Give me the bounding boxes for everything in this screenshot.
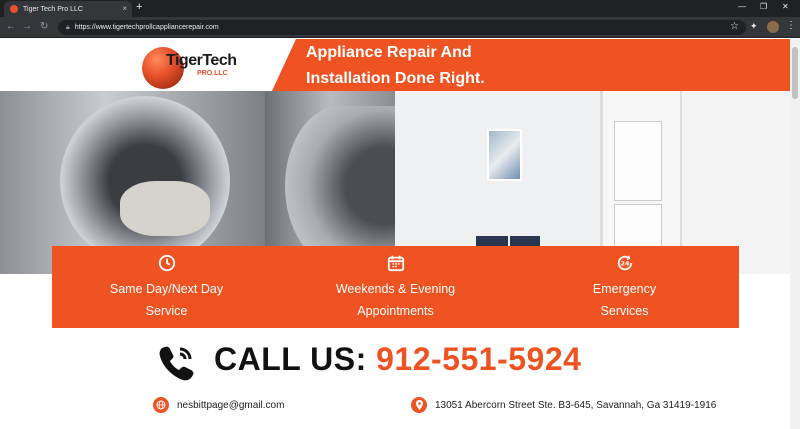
feature-line-2: Services: [600, 304, 649, 318]
logo-sub: PRO LLC: [197, 70, 228, 77]
feature-label: Same Day/Next Day Service: [52, 278, 281, 322]
call-us-section: CALL US: 912-551-5924: [0, 339, 790, 383]
browser-menu-icon[interactable]: ⋮: [786, 20, 796, 31]
close-window-icon[interactable]: ✕: [782, 2, 789, 11]
browser-tab-bar: Tiger Tech Pro LLC × + — ❐ ✕: [0, 0, 800, 17]
lock-icon: 🔒︎: [66, 23, 70, 31]
feature-same-day: Same Day/Next Day Service: [52, 246, 281, 328]
contact-address[interactable]: 13051 Abercorn Street Ste. B3-645, Savan…: [411, 397, 716, 413]
feature-line-2: Service: [145, 304, 188, 318]
forward-icon[interactable]: →: [22, 21, 32, 32]
scroll-thumb[interactable]: [792, 47, 798, 99]
maximize-icon[interactable]: ❐: [760, 2, 767, 11]
calendar-icon: [387, 255, 405, 272]
tagline: Appliance Repair And Installation Done R…: [306, 40, 485, 92]
page-scrollbar[interactable]: [790, 39, 800, 429]
feature-label: Weekends & Evening Appointments: [281, 278, 510, 322]
logo-name: TigerTech: [166, 52, 237, 69]
hero-painting: [487, 129, 522, 181]
hero-washer-door: [285, 106, 395, 266]
address-text: 13051 Abercorn Street Ste. B3-645, Savan…: [435, 399, 717, 411]
location-pin-icon: [411, 397, 427, 413]
feature-label: Emergency Services: [510, 278, 739, 322]
url-text: https://www.tigertechprollcappliancerepa…: [74, 24, 219, 31]
extensions-icon[interactable]: ✦: [750, 21, 758, 32]
web-page: TigerTech PRO LLC Appliance Repair And I…: [0, 39, 790, 429]
site-header: TigerTech PRO LLC Appliance Repair And I…: [0, 39, 790, 91]
minimize-icon[interactable]: —: [738, 2, 746, 11]
features-bar: Same Day/Next Day Service Weekends & Eve…: [52, 246, 739, 328]
contact-email[interactable]: nesbittpage@gmail.com: [153, 397, 284, 413]
reload-icon[interactable]: ↻: [40, 21, 48, 32]
profile-avatar[interactable]: [767, 21, 779, 33]
tagline-line-1: Appliance Repair And: [306, 44, 472, 61]
phone-number[interactable]: 912-551-5924: [376, 341, 581, 377]
24-hour-icon: 24: [617, 255, 633, 271]
feature-weekends: Weekends & Evening Appointments: [281, 246, 510, 328]
svg-text:24: 24: [621, 261, 630, 268]
hero-towel: [120, 181, 210, 236]
hero-dryer: [614, 121, 662, 201]
globe-icon: [153, 397, 169, 413]
tagline-line-2: Installation Done Right.: [306, 70, 485, 87]
phone-icon: [159, 346, 194, 381]
clock-icon: [158, 254, 176, 272]
logo-area[interactable]: TigerTech PRO LLC: [0, 39, 300, 91]
address-bar: ← → ↻ 🔒︎ https://www.tigertechprollcappl…: [0, 17, 800, 38]
feature-line-2: Appointments: [357, 304, 434, 318]
call-label: CALL US:: [214, 341, 367, 377]
favicon-icon: [10, 5, 18, 13]
call-us-text: CALL US: 912-551-5924: [214, 341, 581, 378]
feature-line-1: Emergency: [592, 282, 657, 296]
browser-tab[interactable]: Tiger Tech Pro LLC ×: [4, 1, 132, 17]
back-icon[interactable]: ←: [6, 21, 16, 32]
close-tab-icon[interactable]: ×: [122, 4, 127, 13]
url-field[interactable]: 🔒︎ https://www.tigertechprollcappliancer…: [58, 20, 746, 35]
feature-emergency: 24 Emergency Services: [510, 246, 739, 328]
bookmark-star-icon[interactable]: ☆: [730, 21, 739, 32]
tab-title: Tiger Tech Pro LLC: [23, 5, 83, 13]
feature-line-1: Same Day/Next Day: [109, 282, 224, 296]
feature-line-1: Weekends & Evening: [335, 282, 456, 296]
new-tab-button[interactable]: +: [136, 1, 142, 13]
email-text: nesbittpage@gmail.com: [177, 399, 285, 411]
